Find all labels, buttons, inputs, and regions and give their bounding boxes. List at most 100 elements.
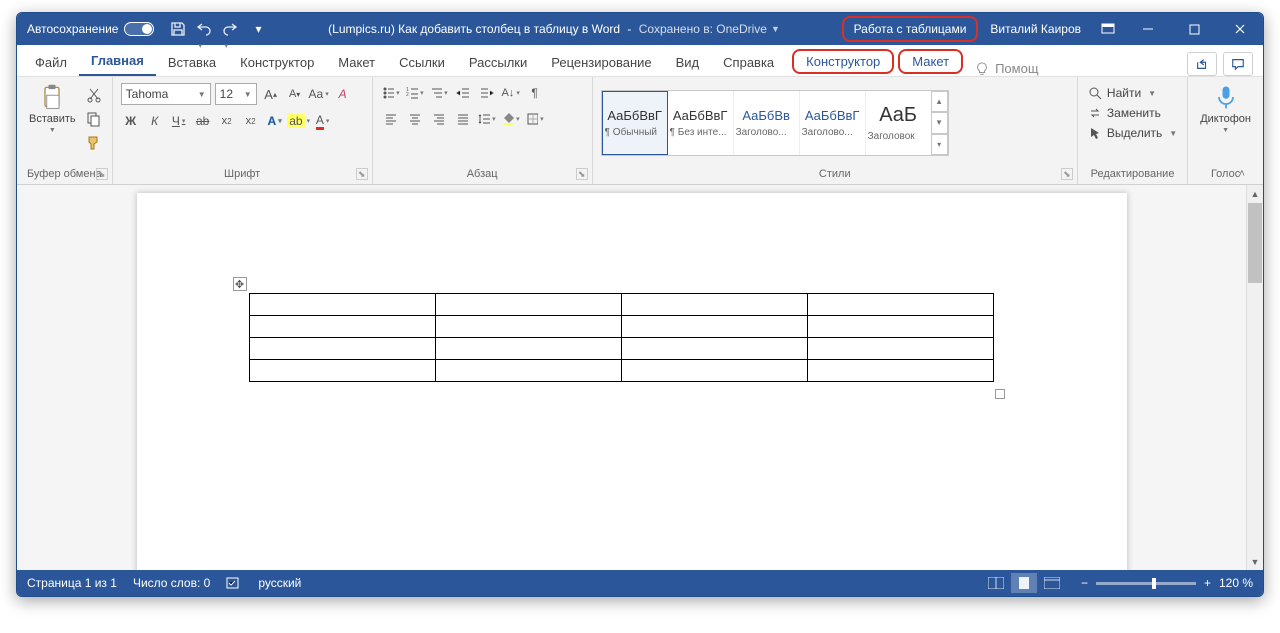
read-mode-button[interactable] [983,573,1009,593]
table-row[interactable] [249,338,993,360]
change-case-button[interactable]: Aa [309,84,329,104]
ribbon-display-options-icon[interactable] [1091,13,1125,45]
styles-gallery[interactable]: АаБбВвГ¶ Обычный АаБбВвГ¶ Без инте... Аа… [601,90,949,156]
autosave-toggle[interactable]: Автосохранение [27,22,154,36]
dialog-launcher-icon[interactable]: ⬊ [1061,168,1073,180]
vertical-scrollbar[interactable]: ▲ ▼ [1246,185,1263,570]
strikethrough-button[interactable]: ab [193,111,213,131]
underline-button[interactable]: Ч [169,111,189,131]
line-spacing-button[interactable] [477,109,497,129]
numbering-button[interactable]: 12 [405,83,425,103]
redo-icon[interactable] [222,21,238,37]
copy-button[interactable] [84,109,104,129]
page[interactable]: ✥ [137,193,1127,570]
style-no-spacing[interactable]: АаБбВвГ¶ Без инте... [668,91,734,155]
select-button[interactable]: Выделить▼ [1086,125,1179,141]
scroll-up-icon[interactable]: ▲ [1247,185,1263,202]
tab-table-layout[interactable]: Макет [898,49,963,74]
cut-button[interactable] [84,85,104,105]
style-heading1[interactable]: АаБбВвЗаголово... [734,91,800,155]
superscript-button[interactable]: x2 [241,111,261,131]
tab-mailings[interactable]: Рассылки [457,49,539,76]
shading-button[interactable] [501,109,521,129]
scroll-down-icon[interactable]: ▼ [931,112,948,133]
table-move-handle-icon[interactable]: ✥ [233,277,247,291]
gallery-scroll[interactable]: ▲▼▾ [932,91,948,155]
format-painter-button[interactable] [84,133,104,153]
minimize-button[interactable] [1125,13,1171,45]
close-button[interactable] [1217,13,1263,45]
align-right-button[interactable] [429,109,449,129]
tab-table-design[interactable]: Конструктор [792,49,894,74]
save-icon[interactable] [170,21,186,37]
dictate-button[interactable]: Диктофон ▼ [1196,81,1255,136]
tab-insert[interactable]: Вставка [156,49,228,76]
saved-location[interactable]: Сохранено в: OneDrive [639,22,767,36]
table-resize-handle-icon[interactable] [995,389,1005,399]
font-name-combo[interactable]: Tahoma▼ [121,83,211,105]
dialog-launcher-icon[interactable]: ⬊ [356,168,368,180]
shrink-font-button[interactable]: A▾ [285,84,305,104]
decrease-indent-button[interactable] [453,83,473,103]
table-tools-contextual-tab[interactable]: Работа с таблицами [842,16,979,42]
highlight-button[interactable]: ab [289,111,309,131]
sort-button[interactable]: A↓ [501,83,521,103]
tab-file[interactable]: Файл [23,49,79,76]
tab-view[interactable]: Вид [664,49,712,76]
justify-button[interactable] [453,109,473,129]
clear-formatting-button[interactable]: A [333,84,353,104]
web-layout-button[interactable] [1039,573,1065,593]
paste-button[interactable]: Вставить ▼ [25,81,80,136]
maximize-button[interactable] [1171,13,1217,45]
scroll-down-icon[interactable]: ▼ [1247,553,1263,570]
bold-button[interactable]: Ж [121,111,141,131]
scroll-up-icon[interactable]: ▲ [931,91,948,112]
scrollbar-thumb[interactable] [1248,203,1262,283]
document-table[interactable] [249,293,994,382]
zoom-level[interactable]: 120 % [1219,576,1253,590]
tab-review[interactable]: Рецензирование [539,49,663,76]
align-center-button[interactable] [405,109,425,129]
style-heading2[interactable]: АаБбВвГЗаголово... [800,91,866,155]
borders-button[interactable] [525,109,545,129]
print-layout-button[interactable] [1011,573,1037,593]
bullets-button[interactable] [381,83,401,103]
zoom-out-button[interactable]: − [1081,576,1088,590]
dialog-launcher-icon[interactable]: ⬊ [96,168,108,180]
show-marks-button[interactable]: ¶ [525,83,545,103]
text-effects-button[interactable]: A [265,111,285,131]
tab-references[interactable]: Ссылки [387,49,457,76]
grow-font-button[interactable]: A▴ [261,84,281,104]
qat-customize-icon[interactable]: ▾ [248,19,268,39]
page-indicator[interactable]: Страница 1 из 1 [27,576,117,590]
undo-icon[interactable] [196,21,212,37]
word-count[interactable]: Число слов: 0 [133,576,210,590]
find-button[interactable]: Найти▼ [1086,85,1158,101]
zoom-in-button[interactable]: + [1204,576,1211,590]
language-indicator[interactable]: русский [258,576,301,590]
spellcheck-icon[interactable] [226,575,242,591]
tab-design[interactable]: Конструктор [228,49,326,76]
tell-me-search[interactable]: Помощ [965,61,1048,76]
style-title[interactable]: АаБЗаголовок [866,91,932,155]
italic-button[interactable]: К [145,111,165,131]
align-left-button[interactable] [381,109,401,129]
table-row[interactable] [249,294,993,316]
subscript-button[interactable]: x2 [217,111,237,131]
zoom-control[interactable]: − + 120 % [1081,576,1253,590]
tab-help[interactable]: Справка [711,49,786,76]
share-button[interactable] [1187,52,1217,76]
zoom-slider[interactable] [1096,582,1196,585]
gallery-expand-icon[interactable]: ▾ [931,134,948,155]
table-row[interactable] [249,316,993,338]
tab-home[interactable]: Главная [79,47,156,76]
dialog-launcher-icon[interactable]: ⬊ [576,168,588,180]
multilevel-list-button[interactable] [429,83,449,103]
comments-button[interactable] [1223,52,1253,76]
font-color-button[interactable]: A [313,111,333,131]
table-row[interactable] [249,360,993,382]
style-normal[interactable]: АаБбВвГ¶ Обычный [602,91,668,155]
replace-button[interactable]: Заменить [1086,105,1163,121]
increase-indent-button[interactable] [477,83,497,103]
user-name[interactable]: Виталий Каиров [980,22,1091,36]
